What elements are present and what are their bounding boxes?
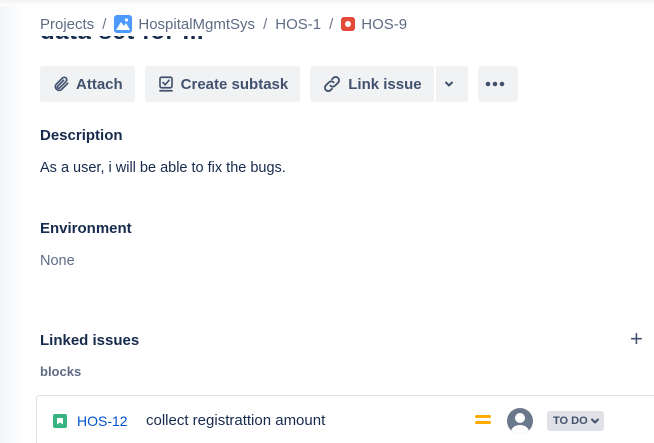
description-heading: Description [40, 127, 123, 144]
link-icon [324, 76, 341, 92]
status-dropdown[interactable]: TO DO [547, 411, 604, 431]
environment-heading: Environment [40, 220, 132, 237]
link-issue-label: Link issue [348, 75, 422, 93]
add-linked-issue-icon[interactable]: + [630, 328, 643, 350]
page-top-shadow [0, 0, 654, 6]
unassigned-avatar-icon[interactable] [507, 408, 533, 434]
breadcrumb-current-issue[interactable]: HOS-9 [361, 16, 407, 33]
bug-icon [341, 17, 356, 31]
subtask-icon [158, 76, 173, 92]
create-subtask-label: Create subtask [180, 75, 289, 93]
project-avatar-icon [114, 15, 133, 33]
breadcrumb-separator: / [102, 15, 107, 33]
chevron-down-icon [590, 418, 599, 424]
link-issue-dropdown-button[interactable] [435, 66, 468, 102]
description-text[interactable]: As a user, i will be able to fix the bug… [40, 160, 286, 176]
more-icon [485, 81, 504, 87]
more-actions-button[interactable] [477, 66, 518, 102]
breadcrumb-project[interactable]: HospitalMgmtSys [138, 16, 255, 33]
attach-button[interactable]: Attach [40, 66, 135, 102]
page-left-gutter [0, 0, 24, 443]
priority-medium-icon [475, 415, 491, 427]
breadcrumb-projects[interactable]: Projects [40, 16, 94, 33]
breadcrumb-parent-issue[interactable]: HOS-1 [275, 16, 321, 33]
attach-label: Attach [76, 75, 123, 93]
story-icon [53, 414, 67, 428]
status-label: TO DO [553, 415, 588, 427]
breadcrumb-separator: / [263, 15, 268, 33]
breadcrumb: Projects / HospitalMgmtSys / HOS-1 / HOS… [40, 12, 418, 36]
link-relation-label: blocks [40, 364, 82, 379]
issue-toolbar: Attach Create subtask Link issue [40, 66, 528, 102]
create-subtask-button[interactable]: Create subtask [144, 66, 301, 102]
linked-issue-key[interactable]: HOS-12 [77, 413, 128, 429]
paperclip-icon [54, 76, 69, 92]
chevron-down-icon [444, 81, 453, 87]
linked-issue-summary[interactable]: collect registrattion amount [146, 412, 325, 429]
environment-text[interactable]: None [40, 253, 75, 269]
linked-issues-heading: Linked issues [40, 332, 140, 349]
linked-issue-row[interactable]: HOS-12 collect registrattion amount TO D… [36, 395, 654, 443]
breadcrumb-separator: / [329, 15, 334, 33]
link-issue-button[interactable]: Link issue [310, 66, 434, 102]
